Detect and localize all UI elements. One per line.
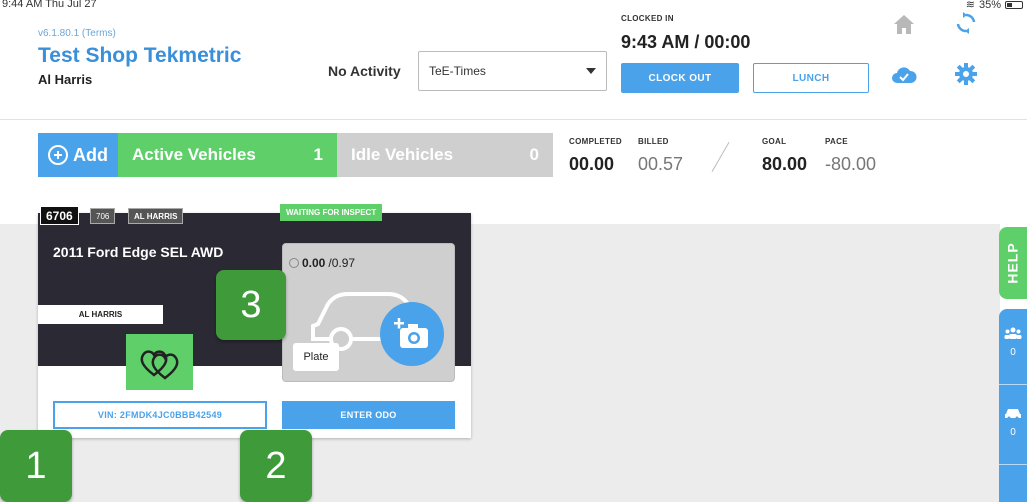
- add-button[interactable]: Add: [38, 133, 118, 177]
- vin-button[interactable]: VIN: 2FMDK4JC0BBB42549: [53, 401, 267, 429]
- billed-label: BILLED: [638, 137, 669, 146]
- status-bar: 9:44 AM Thu Jul 27 ≋ 35%: [0, 0, 1027, 12]
- hearts-icon[interactable]: [126, 334, 193, 390]
- sync-icon[interactable]: [952, 9, 980, 37]
- help-tab[interactable]: HELP: [999, 227, 1027, 299]
- add-photo-button[interactable]: [380, 302, 444, 366]
- hours-total: /0.97: [328, 256, 356, 270]
- version-link[interactable]: v6.1.80.1 (Terms): [38, 28, 116, 39]
- side-divider: [999, 384, 1027, 385]
- tab-active-vehicles[interactable]: Active Vehicles 1: [118, 133, 337, 177]
- clock-icon: [289, 258, 299, 268]
- status-badge: WAITING FOR INSPECT: [280, 204, 383, 221]
- people-icon: [1004, 327, 1022, 339]
- plate-label[interactable]: Plate: [293, 343, 339, 371]
- side-item-cars[interactable]: 0: [999, 407, 1027, 438]
- activity-label: No Activity: [328, 63, 401, 79]
- side-divider: [999, 464, 1027, 465]
- side-panel: 0 0: [999, 309, 1027, 502]
- cloud-icon[interactable]: [890, 62, 918, 90]
- help-label: HELP: [1005, 242, 1021, 284]
- clock-out-button[interactable]: CLOCK OUT: [621, 63, 739, 93]
- activity-select-value: TeE-Times: [429, 64, 486, 78]
- shop-title: Test Shop Tekmetric: [38, 44, 242, 67]
- side-item-people[interactable]: 0: [999, 327, 1027, 358]
- tab-idle-vehicles[interactable]: Idle Vehicles 0: [337, 133, 553, 177]
- camera-plus-icon: [394, 318, 428, 348]
- billed-value: 00.57: [638, 154, 684, 174]
- clocked-in-label: CLOCKED IN: [621, 14, 674, 23]
- battery-percent: 35%: [978, 0, 1001, 11]
- app-header: v6.1.80.1 (Terms) Test Shop Tekmetric Al…: [0, 12, 1027, 120]
- callout-1: 1: [0, 430, 72, 502]
- add-label: Add: [73, 144, 108, 165]
- side-count-people: 0: [1010, 347, 1016, 358]
- active-vehicles-count: 1: [313, 145, 323, 164]
- active-vehicles-label: Active Vehicles: [132, 145, 256, 164]
- status-time: 9:44 AM Thu Jul 27: [2, 0, 97, 10]
- stats-divider: [711, 142, 730, 172]
- tech-tag: AL HARRIS: [128, 208, 184, 224]
- gear-icon[interactable]: [952, 60, 980, 88]
- idle-vehicles-count: 0: [529, 145, 539, 164]
- pace-label: PACE: [825, 137, 848, 146]
- chevron-down-icon: [586, 68, 596, 74]
- vehicle-name: 2011 Ford Edge SEL AWD: [53, 244, 224, 260]
- battery-icon: [1005, 0, 1023, 9]
- lunch-button[interactable]: LUNCH: [753, 63, 869, 93]
- enter-odo-button[interactable]: ENTER ODO: [282, 401, 455, 429]
- goal-label: GOAL: [762, 137, 787, 146]
- idle-vehicles-label: Idle Vehicles: [351, 145, 454, 164]
- user-name: Al Harris: [38, 72, 93, 87]
- plus-circle-icon: [48, 145, 68, 165]
- hearts-outline-icon: [140, 350, 178, 380]
- side-count-cars: 0: [1010, 427, 1016, 438]
- ro-number-tag: 6706: [40, 206, 79, 225]
- completed-label: COMPLETED: [569, 137, 622, 146]
- clock-time: 9:43 AM / 00:00: [621, 32, 751, 52]
- home-icon[interactable]: [890, 10, 918, 38]
- ro-small-tag: 706: [90, 208, 116, 224]
- hours-display: 0.00/0.97: [289, 256, 355, 270]
- technician-label: AL HARRIS: [38, 305, 163, 324]
- pace-value: -80.00: [825, 154, 877, 174]
- car-icon: [1005, 409, 1021, 419]
- activity-select[interactable]: TeE-Times: [418, 51, 607, 91]
- completed-value: 00.00: [569, 154, 615, 174]
- callout-2: 2: [240, 430, 312, 502]
- hours-value: 0.00: [302, 256, 326, 270]
- goal-value: 80.00: [762, 154, 808, 174]
- callout-3: 3: [216, 270, 286, 340]
